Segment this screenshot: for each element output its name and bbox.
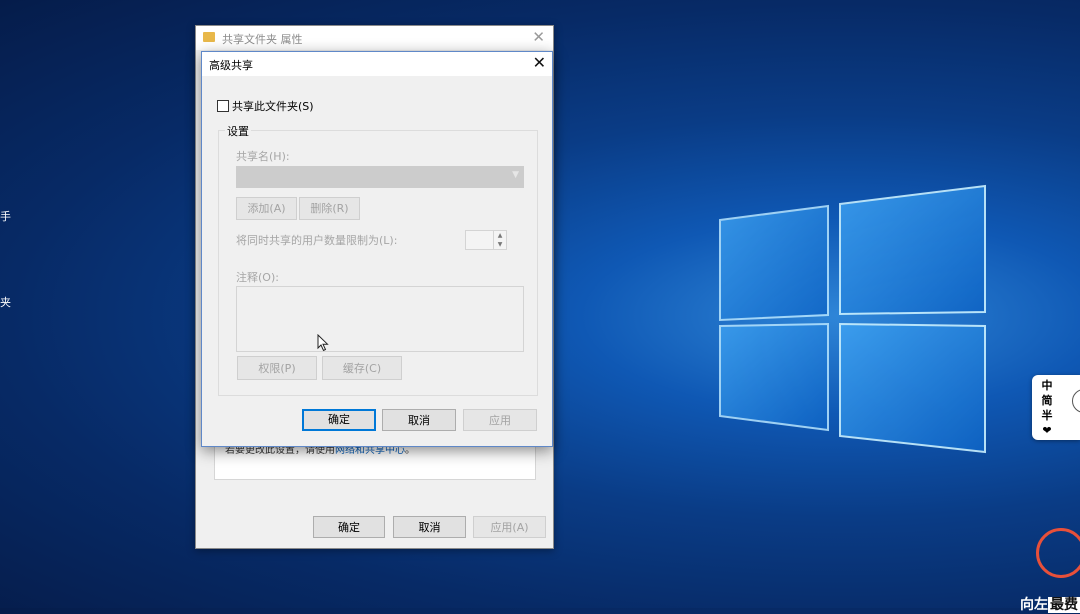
permissions-button[interactable]: 权限(P) (237, 356, 317, 380)
ime-heart-icon[interactable]: ❤ (1038, 423, 1056, 438)
dialog-titlebar[interactable]: 高级共享 ✕ (202, 52, 552, 76)
dialog-apply-button[interactable]: 应用 (463, 409, 537, 431)
dialog-ok-button[interactable]: 确定 (302, 409, 376, 431)
share-folder-label[interactable]: 共享此文件夹(S) (232, 98, 314, 114)
spin-up-icon[interactable]: ▲ (494, 231, 506, 240)
share-folder-checkbox[interactable] (217, 100, 229, 112)
desktop-icon-label[interactable]: 手 (0, 208, 11, 224)
chevron-down-icon[interactable]: ▼ (512, 170, 519, 180)
ime-toolbar[interactable]: 中 简 半 ❤ (1032, 375, 1080, 440)
add-share-button[interactable]: 添加(A) (236, 197, 297, 220)
settings-groupbox: 设置 共享名(H): ▼ 添加(A) 删除(R) 将同时共享的用户数量限制为(L… (218, 123, 538, 396)
properties-titlebar[interactable]: 共享文件夹 属性 ✕ (196, 26, 553, 50)
mouse-cursor-icon (317, 334, 329, 352)
settings-group-title: 设置 (225, 123, 251, 139)
dialog-title: 高级共享 (209, 59, 253, 72)
properties-cancel-button[interactable]: 取消 (393, 516, 466, 538)
properties-ok-button[interactable]: 确定 (313, 516, 385, 538)
ime-simplified-toggle[interactable]: 简 (1038, 393, 1056, 408)
user-limit-spinbox[interactable]: ▲ ▼ (465, 230, 507, 250)
ime-items[interactable]: 中 简 半 ❤ (1038, 378, 1056, 438)
folder-icon (203, 32, 215, 42)
watermark-text-b: 最费 (1048, 597, 1080, 613)
ime-halfwidth-toggle[interactable]: 半 (1038, 408, 1056, 423)
comment-label: 注释(O): (236, 271, 279, 284)
watermark-text-a: 向左 (1020, 597, 1048, 613)
spin-buttons[interactable]: ▲ ▼ (493, 231, 506, 249)
properties-title: 共享文件夹 属性 (222, 33, 303, 46)
caching-button[interactable]: 缓存(C) (322, 356, 402, 380)
ime-chinese-toggle[interactable]: 中 (1038, 378, 1056, 393)
desktop-icon-label[interactable]: 夹 (0, 294, 11, 310)
dialog-cancel-button[interactable]: 取消 (382, 409, 456, 431)
advanced-sharing-dialog: 高级共享 ✕ 共享此文件夹(S) 设置 共享名(H): ▼ 添加(A) 删除(R… (201, 51, 553, 447)
ime-face-icon[interactable] (1072, 389, 1080, 413)
watermark-logo-icon (1036, 528, 1080, 578)
windows-logo (719, 184, 986, 454)
share-name-combobox[interactable]: ▼ (236, 166, 524, 188)
properties-apply-button[interactable]: 应用(A) (473, 516, 546, 538)
user-limit-label: 将同时共享的用户数量限制为(L): (236, 234, 398, 247)
share-folder-checkbox-row[interactable]: 共享此文件夹(S) (217, 98, 314, 114)
close-icon[interactable]: ✕ (532, 28, 545, 46)
comment-textarea[interactable] (236, 286, 524, 352)
spin-down-icon[interactable]: ▼ (494, 240, 506, 249)
share-name-label: 共享名(H): (236, 150, 290, 163)
remove-share-button[interactable]: 删除(R) (299, 197, 360, 220)
watermark-text: 向左 最费 (1020, 594, 1080, 614)
close-icon[interactable]: ✕ (533, 53, 546, 72)
